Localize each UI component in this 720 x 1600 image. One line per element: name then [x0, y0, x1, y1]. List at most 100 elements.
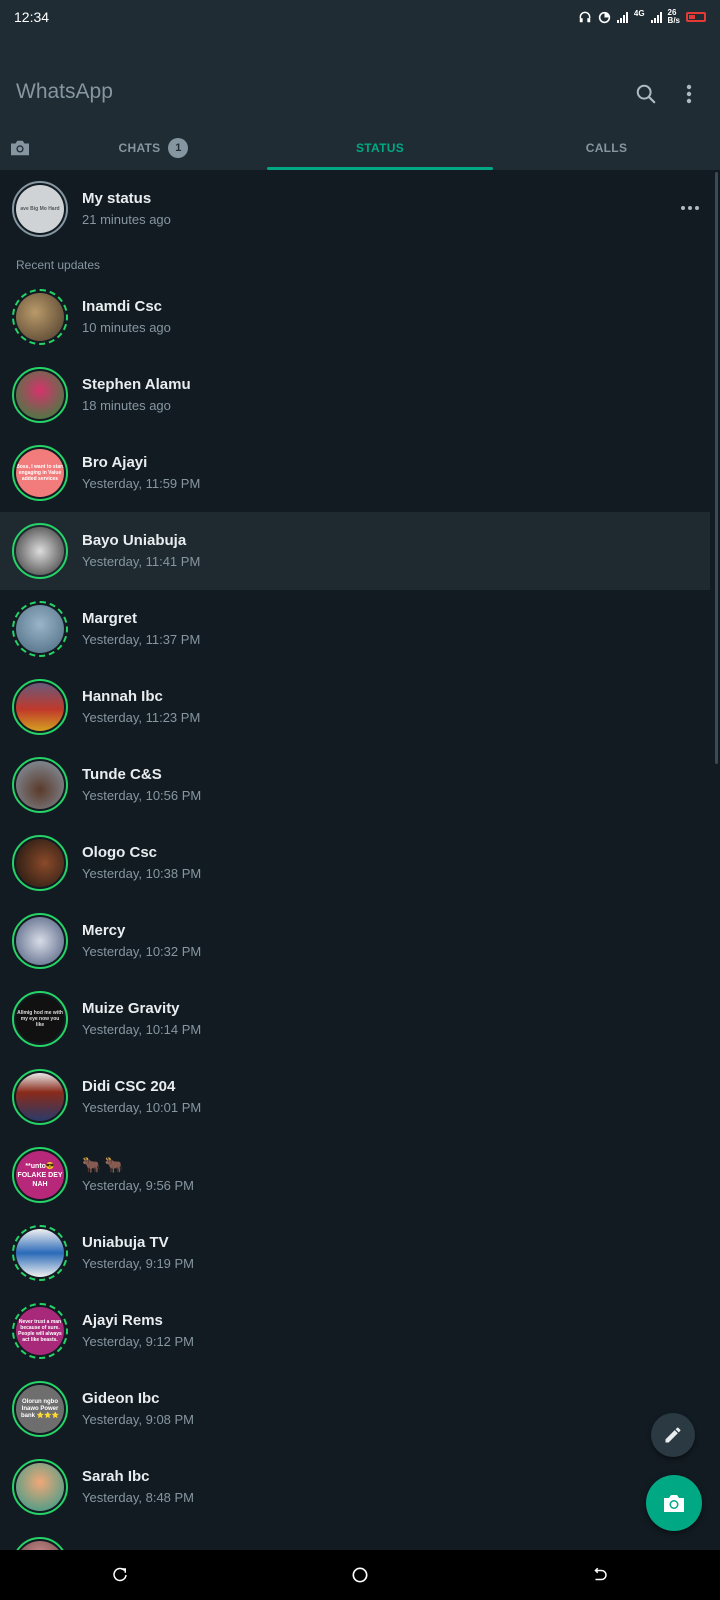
network-type: 4G — [633, 9, 645, 18]
status-item[interactable]: Didi CSC 204 Yesterday, 10:01 PM — [0, 1058, 710, 1136]
back-button[interactable] — [575, 1555, 625, 1595]
contact-name: 🐂 🐂 — [82, 1157, 124, 1174]
search-icon[interactable] — [630, 78, 662, 110]
signal-icon-2 — [650, 11, 662, 23]
home-icon — [352, 1567, 368, 1583]
status-item[interactable]: Ologo Csc Yesterday, 10:38 PM — [0, 824, 710, 902]
status-item[interactable]: Sarah Ibc Yesterday, 8:48 PM — [0, 1448, 710, 1526]
status-ring — [12, 289, 68, 345]
avatar — [16, 527, 64, 575]
status-time: Yesterday, 11:41 PM — [82, 554, 201, 569]
contact-name: Bro Ajayi — [82, 454, 148, 471]
pencil-icon — [665, 1427, 681, 1443]
camera-tab-icon[interactable] — [0, 126, 40, 170]
status-time: Yesterday, 9:56 PM — [82, 1178, 195, 1193]
status-ring — [12, 1069, 68, 1125]
status-ring — [12, 1225, 68, 1281]
recent-updates-label: Recent updates — [16, 258, 101, 272]
my-status-name: My status — [82, 190, 152, 207]
system-nav-bar — [0, 1550, 720, 1600]
status-ring — [12, 367, 68, 423]
avatar: Boss, I want to start engaging in Value … — [16, 449, 64, 497]
status-item[interactable]: Margret Yesterday, 11:37 PM — [0, 590, 710, 668]
contact-name: Ologo Csc — [82, 844, 158, 861]
tab-chats[interactable]: CHATS 1 — [40, 126, 267, 170]
contact-name: Gideon Ibc — [82, 1390, 160, 1407]
text-status-button[interactable] — [651, 1413, 695, 1457]
status-ring — [12, 601, 68, 657]
scrollbar[interactable] — [715, 172, 718, 764]
status-time: 10 minutes ago — [82, 320, 171, 335]
my-status-time: 21 minutes ago — [82, 212, 171, 227]
status-ring: Boss, I want to start engaging in Value … — [12, 445, 68, 501]
status-item[interactable]: Tunde C&S Yesterday, 10:56 PM — [0, 746, 710, 824]
avatar: **unto😎 FOLAKE DEY NAH — [16, 1151, 64, 1199]
avatar — [16, 1229, 64, 1277]
status-item[interactable]: Inamdi Csc 10 minutes ago — [0, 278, 710, 356]
app-bar: WhatsApp — [0, 34, 720, 126]
status-item[interactable]: Uniabuja TV Yesterday, 9:19 PM — [0, 1214, 710, 1292]
status-item[interactable]: **unto😎 FOLAKE DEY NAH 🐂 🐂 Yesterday, 9:… — [0, 1136, 710, 1214]
my-status-avatar: ave Big Mo Hard — [12, 181, 68, 237]
tab-status[interactable]: STATUS — [267, 126, 493, 170]
avatar — [16, 293, 64, 341]
status-time: Yesterday, 11:37 PM — [82, 632, 201, 647]
status-time: Yesterday, 9:08 PM — [82, 1412, 195, 1427]
status-time: Yesterday, 8:48 PM — [82, 1490, 195, 1505]
avatar — [16, 917, 64, 965]
camera-status-button[interactable] — [646, 1475, 702, 1531]
signal-icon — [616, 11, 628, 23]
status-time: Yesterday, 10:56 PM — [82, 788, 202, 803]
status-time: Yesterday, 9:19 PM — [82, 1256, 195, 1271]
contact-name: Didi CSC 204 — [82, 1078, 176, 1095]
avatar — [16, 761, 64, 809]
contact-name: Mercy — [82, 922, 126, 939]
headphones-icon — [579, 11, 591, 23]
status-item[interactable]: Olorun ngbo Inawo Power bank ⭐⭐⭐ Gideon … — [0, 1370, 710, 1448]
status-ring — [12, 835, 68, 891]
status-time: Yesterday, 9:12 PM — [82, 1334, 195, 1349]
more-horizontal-icon[interactable] — [680, 198, 700, 218]
status-item[interactable]: Hannah Ibc Yesterday, 11:23 PM — [0, 668, 710, 746]
recent-apps-button[interactable] — [95, 1555, 145, 1595]
status-ring — [12, 1537, 68, 1550]
status-item[interactable]: Bayo Uniabuja Yesterday, 11:41 PM — [0, 512, 710, 590]
status-ring: Never trust a man because of sure. Peopl… — [12, 1303, 68, 1359]
status-time: 18 minutes ago — [82, 398, 171, 413]
status-item[interactable]: Never trust a man because of sure. Peopl… — [0, 1292, 710, 1370]
home-button[interactable] — [335, 1555, 385, 1595]
network-speed: 26 B/s — [667, 8, 680, 25]
contact-name: Muize Gravity — [82, 1000, 180, 1017]
my-status-thumb: ave Big Mo Hard — [16, 185, 64, 233]
battery-icon — [686, 12, 706, 22]
status-time: Yesterday, 10:32 PM — [82, 944, 202, 959]
status-ring — [12, 1459, 68, 1515]
status-item-partial[interactable] — [0, 1526, 710, 1550]
my-status-row[interactable]: ave Big Mo Hard My status 21 minutes ago — [0, 170, 720, 248]
more-options-icon[interactable] — [673, 78, 705, 110]
status-ring: Allmig hod me with my eye now you like — [12, 991, 68, 1047]
status-item[interactable]: Mercy Yesterday, 10:32 PM — [0, 902, 710, 980]
contact-name: Uniabuja TV — [82, 1234, 169, 1251]
avatar — [16, 839, 64, 887]
back-icon — [594, 1567, 607, 1581]
contact-name: Ajayi Rems — [82, 1312, 163, 1329]
status-ring: **unto😎 FOLAKE DEY NAH — [12, 1147, 68, 1203]
avatar — [16, 605, 64, 653]
avatar: Never trust a man because of sure. Peopl… — [16, 1307, 64, 1355]
status-time: Yesterday, 10:01 PM — [82, 1100, 202, 1115]
clock: 12:34 — [14, 9, 50, 25]
contact-name: Tunde C&S — [82, 766, 162, 783]
status-item[interactable]: Boss, I want to start engaging in Value … — [0, 434, 710, 512]
contact-name: Hannah Ibc — [82, 688, 163, 705]
status-item[interactable]: Stephen Alamu 18 minutes ago — [0, 356, 710, 434]
status-list[interactable]: ave Big Mo Hard My status 21 minutes ago… — [0, 170, 720, 1550]
system-status-bar: 12:34 4G 26 B/s — [0, 0, 720, 34]
status-item[interactable]: Allmig hod me with my eye now you like M… — [0, 980, 710, 1058]
contact-name: Bayo Uniabuja — [82, 532, 187, 549]
avatar — [16, 1463, 64, 1511]
contact-name: Inamdi Csc — [82, 298, 163, 315]
avatar: Allmig hod me with my eye now you like — [16, 995, 64, 1043]
tab-calls[interactable]: CALLS — [493, 126, 720, 170]
status-ring: Olorun ngbo Inawo Power bank ⭐⭐⭐ — [12, 1381, 68, 1437]
